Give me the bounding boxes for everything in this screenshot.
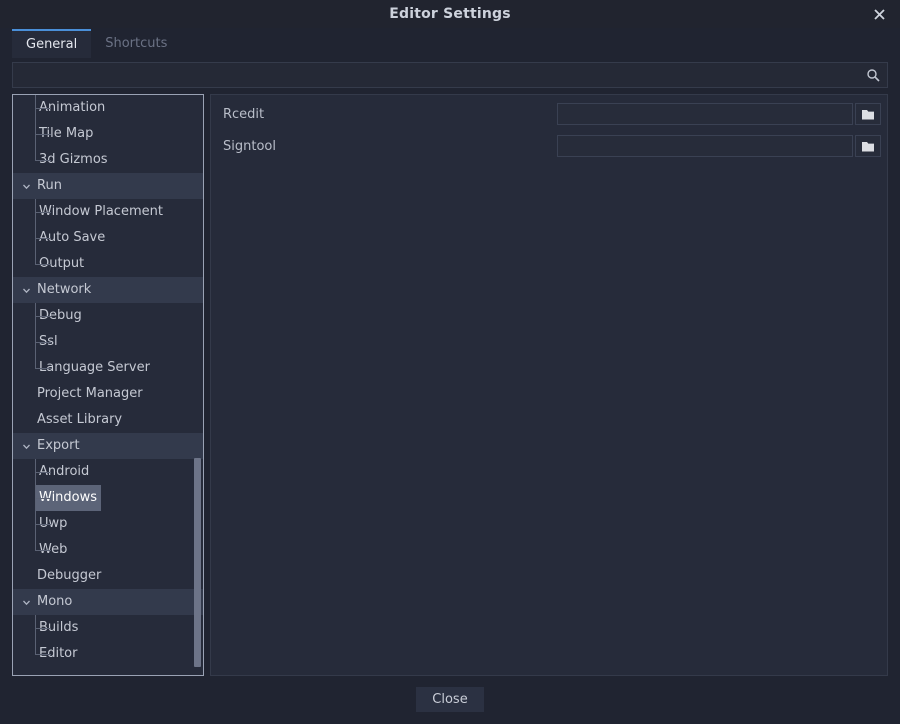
- property-label: Rcedit: [217, 107, 557, 122]
- tree-item-label: Auto Save: [35, 225, 109, 251]
- tree-item-label: Web: [35, 537, 71, 563]
- tree-item-builds[interactable]: Builds: [13, 615, 203, 641]
- tree-item-ssl[interactable]: Ssl: [13, 329, 203, 355]
- tree-scrollbar-thumb[interactable]: [194, 458, 201, 668]
- property-value: [557, 103, 881, 125]
- chevron-down-icon[interactable]: [19, 173, 33, 199]
- property-row: Rcedit: [217, 99, 881, 129]
- tree-item-label: Asset Library: [33, 407, 126, 433]
- tab-general-label: General: [26, 37, 77, 52]
- folder-icon[interactable]: [855, 103, 881, 125]
- property-label: Signtool: [217, 139, 557, 154]
- tree-item-3d-gizmos[interactable]: 3d Gizmos: [13, 147, 203, 173]
- tree-item-debug[interactable]: Debug: [13, 303, 203, 329]
- chevron-down-icon[interactable]: [19, 433, 33, 459]
- property-row: Signtool: [217, 131, 881, 161]
- tree-item-windows[interactable]: Windows: [13, 485, 203, 511]
- search-icon[interactable]: [865, 67, 881, 83]
- tree-rows-container: AnimationTile Map3d GizmosRunWindow Plac…: [13, 95, 203, 667]
- tree-scrollbar[interactable]: [194, 97, 201, 676]
- property-value: [557, 135, 881, 157]
- tree-item-label: Export: [33, 433, 84, 459]
- settings-category-tree[interactable]: AnimationTile Map3d GizmosRunWindow Plac…: [12, 94, 204, 676]
- tab-shortcuts-label: Shortcuts: [105, 36, 167, 51]
- tree-item-label: Debug: [35, 303, 86, 329]
- tree-item-android[interactable]: Android: [13, 459, 203, 485]
- property-input-rcedit[interactable]: [557, 103, 853, 125]
- tree-item-export[interactable]: Export: [13, 433, 203, 459]
- close-button[interactable]: Close: [416, 687, 483, 712]
- tab-shortcuts[interactable]: Shortcuts: [91, 29, 181, 58]
- tree-item-run[interactable]: Run: [13, 173, 203, 199]
- tree-item-asset-library[interactable]: Asset Library: [13, 407, 203, 433]
- tree-item-label: Output: [35, 251, 88, 277]
- property-input-signtool[interactable]: [557, 135, 853, 157]
- folder-icon[interactable]: [855, 135, 881, 157]
- tree-item-label: Uwp: [35, 511, 71, 537]
- window-title: Editor Settings: [389, 6, 511, 22]
- tree-item-label: Windows: [35, 485, 101, 511]
- tree-item-uwp[interactable]: Uwp: [13, 511, 203, 537]
- tab-general[interactable]: General: [12, 29, 91, 58]
- tree-item-language-server[interactable]: Language Server: [13, 355, 203, 381]
- tab-bar: General Shortcuts: [0, 28, 900, 58]
- property-rows-container: Rcedit Signtool: [217, 99, 881, 161]
- search-input[interactable]: [13, 63, 887, 87]
- tree-item-label: Debugger: [33, 563, 105, 589]
- chevron-down-icon[interactable]: [19, 589, 33, 615]
- tree-item-label: Ssl: [35, 329, 62, 355]
- tree-item-label: Project Manager: [33, 381, 147, 407]
- tree-item-label: Tile Map: [35, 121, 97, 147]
- tree-item-label: Builds: [35, 615, 82, 641]
- search-bar[interactable]: [12, 62, 888, 88]
- tree-item-label: Animation: [35, 95, 109, 121]
- tree-item-output[interactable]: Output: [13, 251, 203, 277]
- tree-item-debugger[interactable]: Debugger: [13, 563, 203, 589]
- settings-body: AnimationTile Map3d GizmosRunWindow Plac…: [0, 88, 900, 676]
- tree-item-label: Language Server: [35, 355, 154, 381]
- tree-item-label: Mono: [33, 589, 76, 615]
- tree-item-window-placement[interactable]: Window Placement: [13, 199, 203, 225]
- tree-item-label: Editor: [35, 641, 81, 667]
- tree-item-label: Window Placement: [35, 199, 167, 225]
- tree-item-auto-save[interactable]: Auto Save: [13, 225, 203, 251]
- tree-item-label: Android: [35, 459, 93, 485]
- tree-item-mono[interactable]: Mono: [13, 589, 203, 615]
- tree-item-label: Network: [33, 277, 95, 303]
- search-bar-container: [0, 58, 900, 88]
- tree-item-editor[interactable]: Editor: [13, 641, 203, 667]
- tree-item-project-manager[interactable]: Project Manager: [13, 381, 203, 407]
- window-titlebar: Editor Settings: [0, 0, 900, 28]
- close-x-icon[interactable]: [866, 1, 892, 27]
- tree-item-web[interactable]: Web: [13, 537, 203, 563]
- tree-item-network[interactable]: Network: [13, 277, 203, 303]
- dialog-footer: Close: [0, 676, 900, 722]
- chevron-down-icon[interactable]: [19, 277, 33, 303]
- tree-item-tile-map[interactable]: Tile Map: [13, 121, 203, 147]
- tree-item-label: Run: [33, 173, 66, 199]
- tree-item-label: 3d Gizmos: [35, 147, 112, 173]
- tree-item-animation[interactable]: Animation: [13, 95, 203, 121]
- property-panel: Rcedit Signtool: [210, 94, 888, 676]
